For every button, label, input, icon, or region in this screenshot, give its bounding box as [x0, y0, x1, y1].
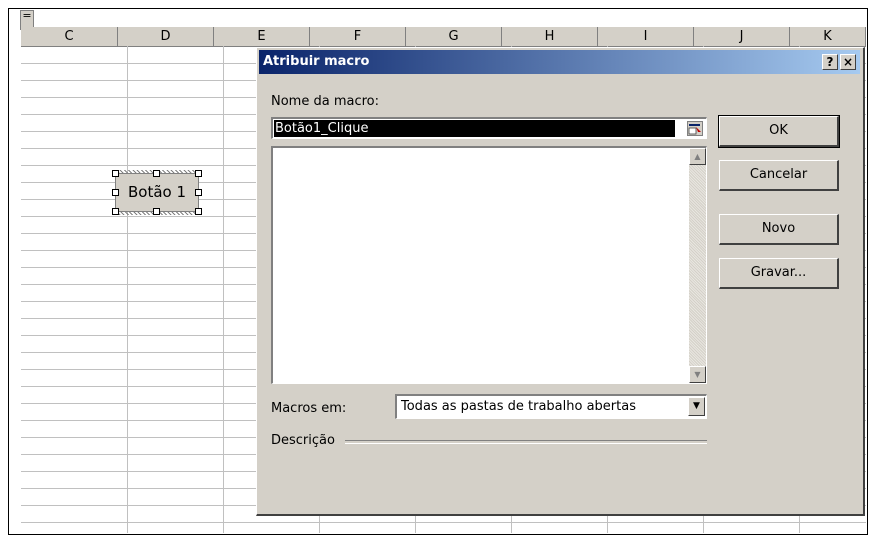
resize-handle[interactable] [195, 170, 202, 177]
assign-macro-dialog: Atribuir macro ? × Nome da macro: Botão1… [256, 47, 865, 516]
macro-name-field[interactable]: Botão1_Clique [271, 117, 707, 139]
dropdown-arrow-icon[interactable]: ▼ [688, 397, 705, 416]
column-header-f[interactable]: F [310, 27, 406, 46]
macro-name-label: Nome da macro: [271, 94, 379, 109]
grid-line [127, 46, 128, 533]
resize-handle[interactable] [153, 170, 160, 177]
form-button-label[interactable]: Botão 1 [115, 173, 199, 212]
column-header-j[interactable]: J [694, 27, 790, 46]
grid-line [223, 46, 224, 533]
column-header-g[interactable]: G [406, 27, 502, 46]
dialog-title: Atribuir macro [263, 54, 370, 69]
help-button[interactable]: ? [822, 54, 838, 70]
column-header-c[interactable]: C [21, 27, 118, 46]
resize-handle[interactable] [195, 208, 202, 215]
scroll-down-icon[interactable]: ▼ [689, 366, 706, 383]
column-header-row: C D E F G H I J K [21, 27, 866, 47]
resize-handle[interactable] [112, 170, 119, 177]
column-header-k[interactable]: K [790, 27, 866, 46]
ok-button[interactable]: OK [718, 115, 840, 148]
resize-handle[interactable] [112, 189, 119, 196]
record-button[interactable]: Gravar... [719, 258, 839, 289]
dialog-titlebar[interactable]: Atribuir macro ? × [259, 50, 860, 74]
description-label: Descrição [271, 433, 335, 448]
column-header-e[interactable]: E [214, 27, 310, 46]
resize-handle[interactable] [112, 208, 119, 215]
form-button-selected[interactable]: Botão 1 [112, 170, 202, 215]
column-header-i[interactable]: I [598, 27, 694, 46]
column-header-d[interactable]: D [118, 27, 214, 46]
resize-handle[interactable] [195, 189, 202, 196]
macro-name-value[interactable]: Botão1_Clique [274, 120, 675, 137]
resize-handle[interactable] [153, 208, 160, 215]
grid-line [21, 522, 866, 523]
column-header-h[interactable]: H [502, 27, 598, 46]
cancel-button[interactable]: Cancelar [719, 160, 839, 191]
macros-in-select[interactable]: Todas as pastas de trabalho abertas ▼ [395, 394, 707, 419]
scroll-up-icon[interactable]: ▲ [689, 148, 706, 165]
macro-list[interactable]: ▲ ▼ [271, 146, 707, 384]
description-divider [345, 440, 707, 444]
close-button[interactable]: × [840, 54, 856, 70]
macros-in-value: Todas as pastas de trabalho abertas [401, 399, 636, 414]
new-button[interactable]: Novo [719, 214, 839, 245]
collapse-dialog-icon[interactable] [687, 121, 703, 136]
list-scrollbar[interactable]: ▲ ▼ [689, 148, 706, 383]
macros-in-label: Macros em: [271, 401, 347, 416]
